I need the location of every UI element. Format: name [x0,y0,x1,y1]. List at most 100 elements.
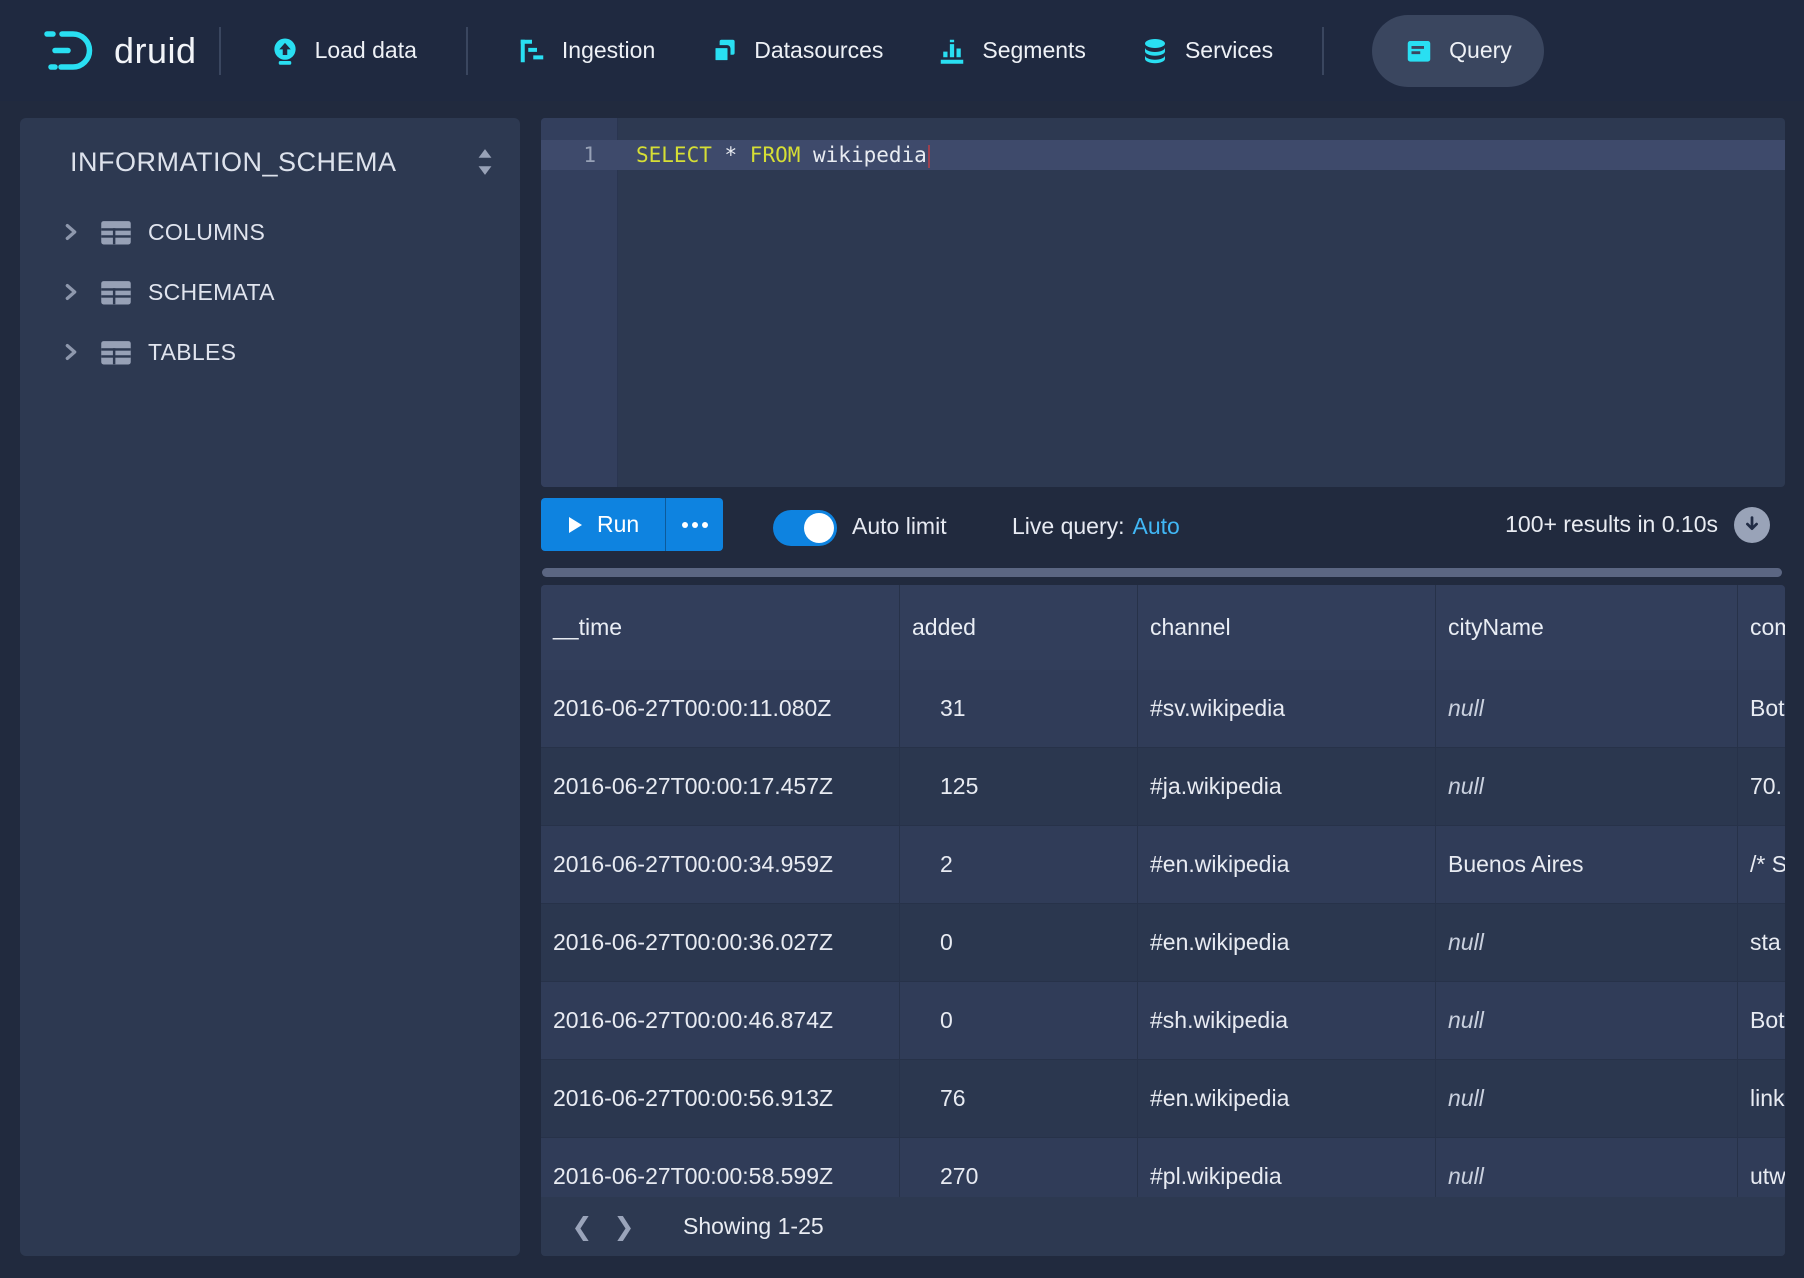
results-body: 2016-06-27T00:00:11.080Z31#sv.wikipedian… [541,670,1785,1197]
sidebar-item-tables[interactable]: TABLES [20,322,520,382]
chevron-right-icon [60,341,82,363]
table-icon [100,338,132,366]
sidebar-item-label: SCHEMATA [148,279,275,306]
table-cell[interactable]: 76 [900,1060,1138,1137]
table-cell[interactable]: 70. [1738,748,1785,825]
nav-item-label: Datasources [754,37,883,64]
table-cell[interactable]: null [1436,1138,1738,1197]
database-icon [1140,36,1170,66]
nav-item-segments[interactable]: Segments [910,0,1113,101]
live-query-value[interactable]: Auto [1133,513,1180,539]
table-icon [100,218,132,246]
table-cell[interactable]: 0 [900,904,1138,981]
table-cell[interactable]: 0 [900,982,1138,1059]
table-cell[interactable]: 2016-06-27T00:00:34.959Z [541,826,900,903]
chevron-right-icon [60,281,82,303]
table-cell[interactable]: 2016-06-27T00:00:11.080Z [541,670,900,747]
logo-wordmark: druid [114,30,197,72]
horizontal-scrollbar[interactable] [542,568,1782,577]
table-cell[interactable]: sta [1738,904,1785,981]
text-cursor [928,145,930,168]
download-button[interactable] [1734,507,1770,543]
table-cell[interactable]: 2016-06-27T00:00:58.599Z [541,1138,900,1197]
table-cell[interactable]: #en.wikipedia [1138,904,1436,981]
table-cell[interactable]: 270 [900,1138,1138,1197]
nav-item-datasources[interactable]: Datasources [682,0,910,101]
editor-gutter [541,118,618,487]
table-cell[interactable]: 125 [900,748,1138,825]
table-cell[interactable]: Bot [1738,670,1785,747]
table-cell[interactable]: 2016-06-27T00:00:17.457Z [541,748,900,825]
table-cell[interactable]: null [1436,670,1738,747]
double-caret-vertical-icon[interactable] [472,147,500,177]
table-cell[interactable]: #en.wikipedia [1138,826,1436,903]
toggle-knob [804,513,834,543]
table-icon [100,278,132,306]
table-cell[interactable]: Buenos Aires [1436,826,1738,903]
table-cell[interactable]: 31 [900,670,1138,747]
table-cell[interactable]: #en.wikipedia [1138,1060,1436,1137]
chevron-right-icon [60,221,82,243]
table-row: 2016-06-27T00:00:46.874Z0#sh.wikipedianu… [541,982,1785,1060]
results-footer: ❮ ❯ Showing 1-25 [541,1197,1785,1256]
navbar-divider [466,27,468,75]
table-cell[interactable]: #sh.wikipedia [1138,982,1436,1059]
sql-token: FROM [750,143,801,167]
table-cell[interactable]: utw [1738,1138,1785,1197]
auto-limit-toggle[interactable] [773,510,837,546]
table-cell[interactable]: 2016-06-27T00:00:36.027Z [541,904,900,981]
nav-item-label: Ingestion [562,37,655,64]
table-cell[interactable]: null [1436,904,1738,981]
nav-item-services[interactable]: Services [1113,0,1300,101]
results-meta: 100+ results in 0.10s [1505,498,1770,551]
table-cell[interactable]: null [1436,748,1738,825]
sidebar-item-columns[interactable]: COLUMNS [20,202,520,262]
upload-icon [270,36,300,66]
table-cell[interactable]: /* S [1738,826,1785,903]
schema-sidebar: INFORMATION_SCHEMA COLUMNSSCHEMATATABLES [20,118,520,1256]
nav-item-label: Query [1449,37,1512,64]
table-row: 2016-06-27T00:00:17.457Z125#ja.wikipedia… [541,748,1785,826]
run-label: Run [597,511,639,538]
stacked-squares-icon [709,36,739,66]
nav-item-label: Segments [982,37,1086,64]
nav-item-load-data[interactable]: Load data [243,0,444,101]
table-cell[interactable]: 2016-06-27T00:00:46.874Z [541,982,900,1059]
druid-logo-icon [40,26,98,76]
column-header-added[interactable]: added [900,585,1138,670]
druid-logo[interactable]: druid [40,26,197,76]
sidebar-item-label: COLUMNS [148,219,265,246]
nav-item-label: Load data [315,37,417,64]
column-header-comment[interactable]: comment [1738,585,1785,670]
sidebar-item-schemata[interactable]: SCHEMATA [20,262,520,322]
column-header-cityName[interactable]: cityName [1436,585,1738,670]
table-cell[interactable]: Bot [1738,982,1785,1059]
play-icon [567,516,583,534]
chevron-right-icon[interactable]: ❯ [603,1206,645,1248]
results-panel: __timeaddedchannelcityNamecomment 2016-0… [541,585,1785,1256]
table-cell[interactable]: #ja.wikipedia [1138,748,1436,825]
navbar-divider [1322,27,1324,75]
nav-item-query[interactable]: Query [1372,15,1544,87]
chevron-left-icon[interactable]: ❮ [561,1206,603,1248]
run-button[interactable]: Run [541,498,665,551]
table-cell[interactable]: null [1436,1060,1738,1137]
table-cell[interactable]: #sv.wikipedia [1138,670,1436,747]
sql-editor[interactable]: 1 SELECT * FROM wikipedia [541,118,1785,487]
sql-token: wikipedia [800,143,926,167]
table-cell[interactable]: #pl.wikipedia [1138,1138,1436,1197]
column-header-channel[interactable]: channel [1138,585,1436,670]
column-header-time[interactable]: __time [541,585,900,670]
more-options-button[interactable] [665,498,723,551]
run-button-group: Run [541,498,723,551]
nav-item-ingestion[interactable]: Ingestion [490,0,682,101]
table-cell[interactable]: link [1738,1060,1785,1137]
table-cell[interactable]: null [1436,982,1738,1059]
results-summary: 100+ results in 0.10s [1505,511,1718,538]
console-icon [1404,36,1434,66]
table-cell[interactable]: 2016-06-27T00:00:56.913Z [541,1060,900,1137]
ellipsis-icon [682,522,688,528]
live-query-label: Live query: [1012,513,1125,539]
main-navigation: Load data Ingestion Datasources Segments Ser… [197,0,1544,101]
table-cell[interactable]: 2 [900,826,1138,903]
